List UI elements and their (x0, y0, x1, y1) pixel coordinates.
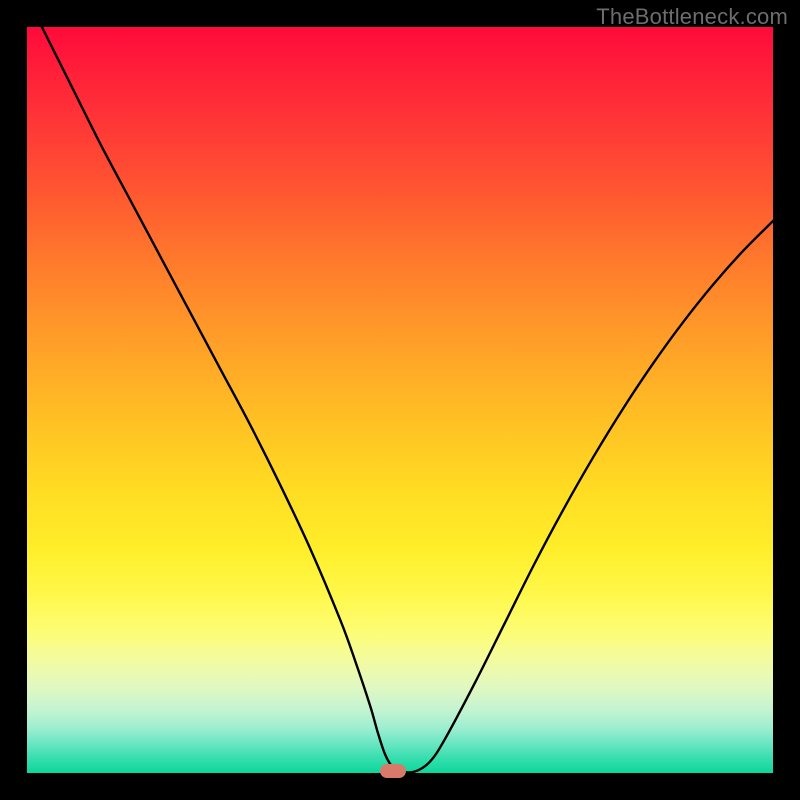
bottleneck-curve (42, 27, 773, 772)
curve-svg (27, 27, 773, 773)
optimal-marker (380, 764, 406, 778)
chart-frame: TheBottleneck.com (0, 0, 800, 800)
watermark-text: TheBottleneck.com (596, 4, 788, 30)
plot-area (27, 27, 773, 773)
